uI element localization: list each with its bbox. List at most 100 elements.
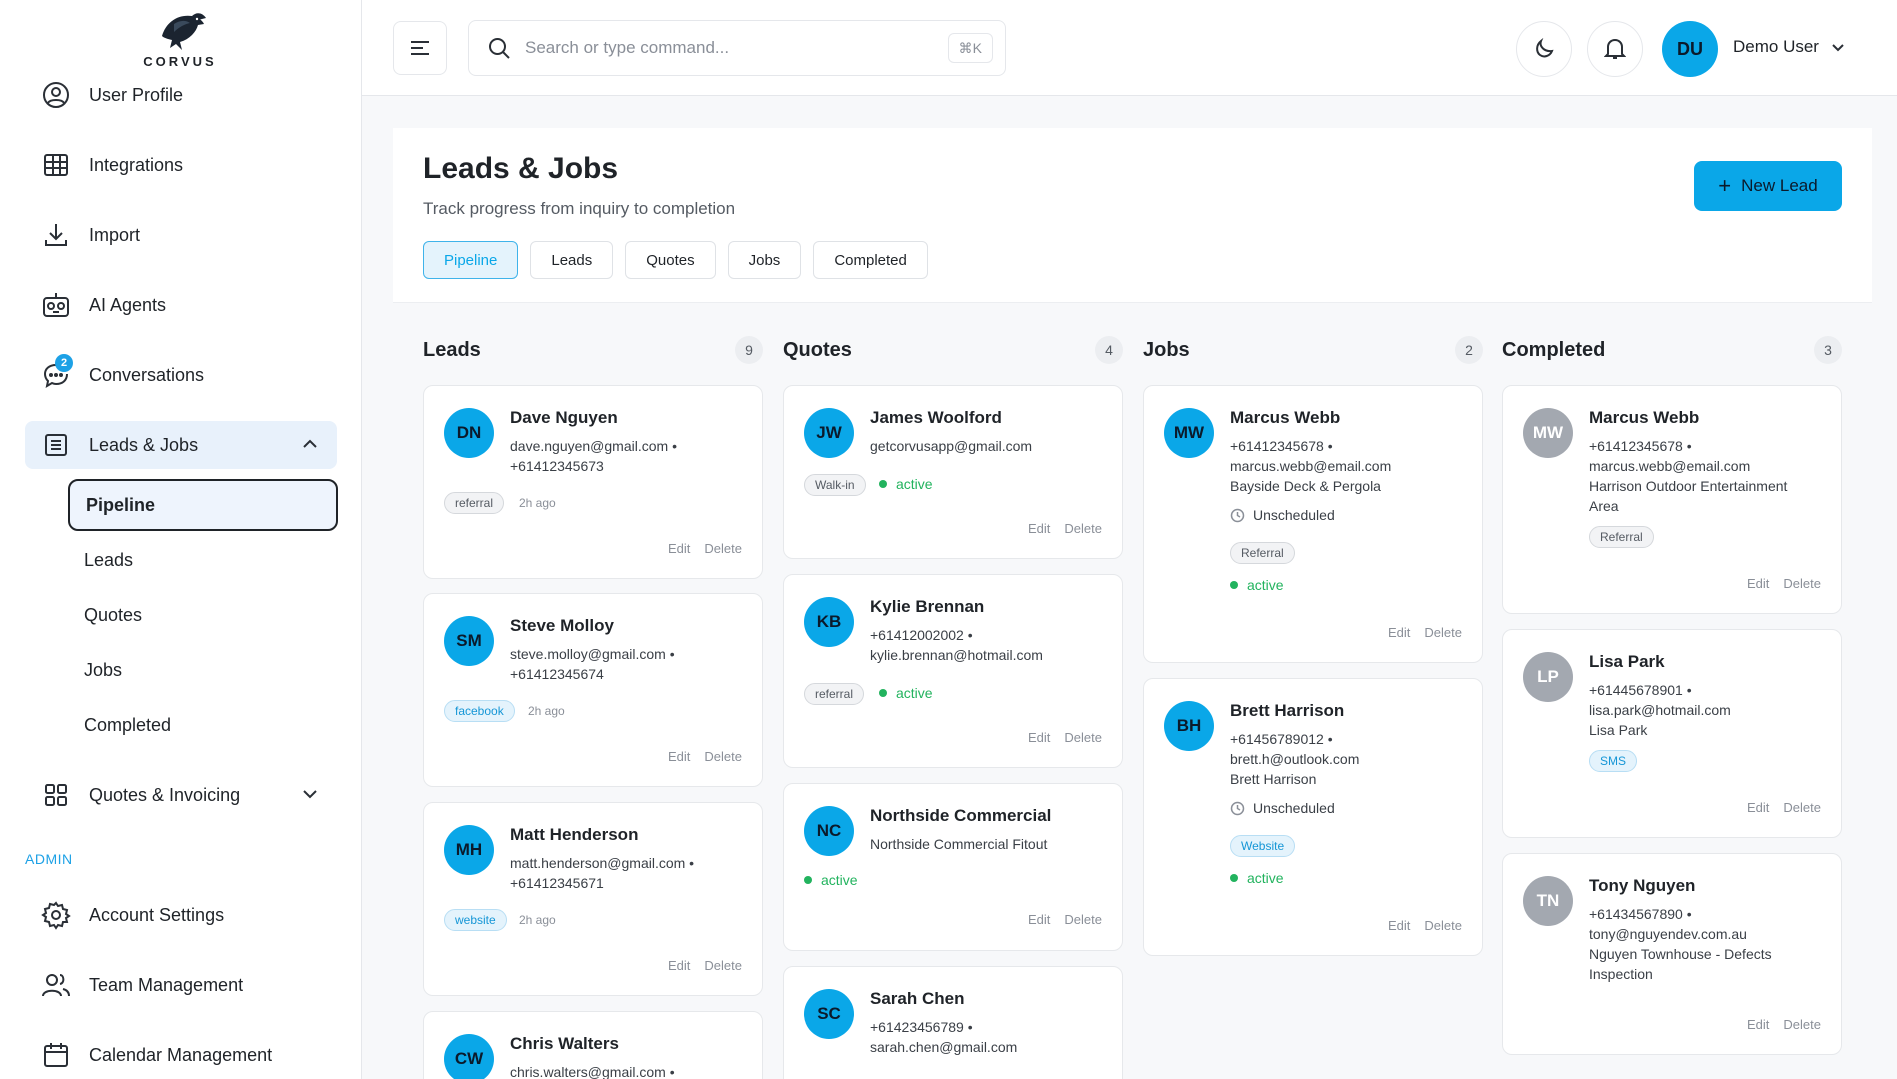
search-bar[interactable]: ⌘K [468,20,1006,76]
sidebar-item-user-profile[interactable]: User Profile [25,71,337,119]
edit-button[interactable]: Edit [668,541,690,556]
tab-leads[interactable]: Leads [530,241,614,279]
contact-phone: +61412345678 • [1589,438,1692,454]
sidebar-toggle-button[interactable] [393,21,447,75]
job-card[interactable]: MW Marcus Webb +61412345678 • marcus.web… [1143,385,1483,663]
tab-pipeline[interactable]: Pipeline [423,241,519,279]
quote-card[interactable]: SC Sarah Chen +61423456789 • sarah.chen@… [783,966,1123,1079]
brand-logo[interactable]: CORVUS [140,6,220,69]
sidebar: CORVUS User Profile Integrations Import … [0,0,362,1079]
lead-card[interactable]: CW Chris Walters chris.walters@gmail.com… [423,1011,763,1079]
contact-phone: +61423456789 • [870,1019,973,1035]
contact-phone: +61412345678 • [1230,438,1333,454]
delete-button[interactable]: Delete [704,749,742,764]
tab-jobs[interactable]: Jobs [727,241,802,279]
delete-button[interactable]: Delete [1064,912,1102,927]
tab-quotes[interactable]: Quotes [625,241,716,279]
new-lead-button[interactable]: + New Lead [1694,161,1842,211]
sidebar-subitem-pipeline[interactable]: Pipeline [68,479,338,531]
quote-card[interactable]: JW James Woolford getcorvusapp@gmail.com… [783,385,1123,559]
delete-button[interactable]: Delete [1783,576,1821,591]
edit-button[interactable]: Edit [1388,625,1410,640]
sidebar-item-team-management[interactable]: Team Management [25,961,337,1009]
view-tabs: Pipeline Leads Quotes Jobs Completed [423,241,928,279]
delete-button[interactable]: Delete [1064,521,1102,536]
edit-button[interactable]: Edit [1028,521,1050,536]
source-tag: facebook [444,700,515,722]
job-card[interactable]: BH Brett Harrison +61456789012 • brett.h… [1143,678,1483,956]
quote-card[interactable]: NC Northside Commercial Northside Commer… [783,783,1123,951]
lead-card[interactable]: MH Matt Henderson matt.henderson@gmail.c… [423,802,763,996]
status-indicator: active [1230,577,1284,593]
quote-card[interactable]: KB Kylie Brennan +61412002002 • kylie.br… [783,574,1123,768]
delete-button[interactable]: Delete [704,541,742,556]
sidebar-subitem-jobs[interactable]: Jobs [68,644,338,696]
chevron-up-icon[interactable] [301,435,319,458]
avatar: KB [804,597,854,647]
search-input[interactable] [525,38,925,58]
column-title: Jobs [1143,338,1190,361]
sidebar-subitem-completed[interactable]: Completed [68,699,338,751]
edit-button[interactable]: Edit [1388,918,1410,933]
completed-card[interactable]: MW Marcus Webb +61412345678 • marcus.web… [1502,385,1842,614]
delete-button[interactable]: Delete [1424,918,1462,933]
chevron-down-icon[interactable] [301,785,319,808]
chevron-down-icon[interactable] [1830,40,1846,61]
lead-card[interactable]: SM Steve Molloy steve.molloy@gmail.com •… [423,593,763,787]
delete-button[interactable]: Delete [704,958,742,973]
sidebar-item-account-settings[interactable]: Account Settings [25,891,337,939]
user-name[interactable]: Demo User [1733,37,1819,57]
theme-toggle-button[interactable] [1516,21,1572,77]
sidebar-item-label: Team Management [89,974,244,995]
contact-phone: +61412345671 [510,875,604,891]
sidebar-item-calendar-management[interactable]: Calendar Management [25,1031,337,1079]
pipeline-column-quotes: Quotes 4 JW James Woolford getcorvusapp@… [783,330,1123,1079]
delete-button[interactable]: Delete [1783,1017,1821,1032]
edit-button[interactable]: Edit [1028,730,1050,745]
source-tag: Referral [1589,526,1654,548]
contact-name: Lisa Park [1589,652,1665,671]
contact-name: Northside Commercial [870,806,1052,825]
lead-card[interactable]: DN Dave Nguyen dave.nguyen@gmail.com • +… [423,385,763,579]
plus-icon: + [1718,173,1732,198]
contact-name: Marcus Webb [1589,408,1700,427]
contact-email: brett.h@outlook.com [1230,751,1360,767]
sidebar-item-integrations[interactable]: Integrations [25,141,337,189]
contact-name: Matt Henderson [510,825,639,844]
tab-completed[interactable]: Completed [813,241,928,279]
sidebar-subitem-leads[interactable]: Leads [68,534,338,586]
edit-button[interactable]: Edit [1747,576,1769,591]
notifications-button[interactable] [1587,21,1643,77]
pipeline-column-jobs: Jobs 2 MW Marcus Webb +61412345678 • mar… [1143,330,1483,956]
sidebar-item-import[interactable]: Import [25,211,337,259]
delete-button[interactable]: Delete [1783,800,1821,815]
edit-button[interactable]: Edit [1747,800,1769,815]
edit-button[interactable]: Edit [1028,912,1050,927]
contact-email: kylie.brennan@hotmail.com [870,647,1043,663]
avatar: MH [444,825,494,875]
edit-button[interactable]: Edit [668,958,690,973]
avatar: BH [1164,701,1214,751]
sidebar-item-leads-jobs[interactable]: Leads & Jobs [25,421,337,469]
avatar: MW [1164,408,1214,458]
contact-email: dave.nguyen@gmail.com • [510,438,677,454]
column-title: Completed [1502,338,1606,361]
sidebar-item-ai-agents[interactable]: AI Agents [25,281,337,329]
edit-button[interactable]: Edit [1747,1017,1769,1032]
sidebar-item-quotes-invoicing[interactable]: Quotes & Invoicing [25,771,337,819]
sidebar-item-label: Quotes & Invoicing [89,784,241,805]
completed-card[interactable]: LP Lisa Park +61445678901 • lisa.park@ho… [1502,629,1842,838]
user-avatar[interactable]: DU [1662,21,1718,77]
delete-button[interactable]: Delete [1424,625,1462,640]
sidebar-subitem-quotes[interactable]: Quotes [68,589,338,641]
project-name-cont: Area [1589,498,1619,514]
avatar: TN [1523,876,1573,926]
sidebar-item-label: Calendar Management [89,1044,273,1065]
keyboard-shortcut-hint: ⌘K [947,33,993,63]
contact-email: steve.molloy@gmail.com • [510,646,675,662]
apps-grid-icon [41,780,71,810]
sidebar-item-conversations[interactable]: 2 Conversations [25,351,337,399]
delete-button[interactable]: Delete [1064,730,1102,745]
edit-button[interactable]: Edit [668,749,690,764]
completed-card[interactable]: TN Tony Nguyen +61434567890 • tony@nguye… [1502,853,1842,1055]
